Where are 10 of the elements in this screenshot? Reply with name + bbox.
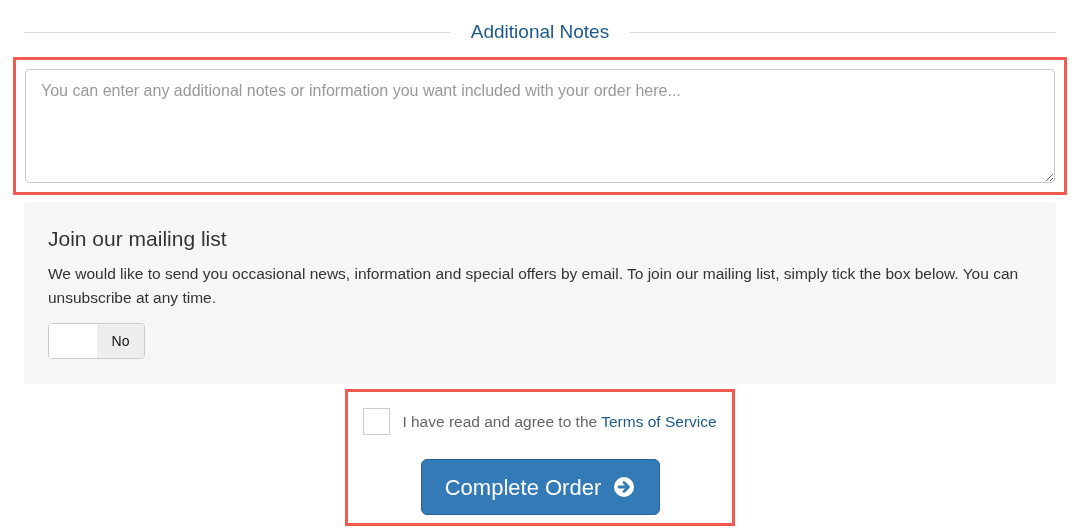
section-heading: Additional Notes: [469, 19, 611, 44]
arrow-circle-icon: [613, 476, 636, 498]
complete-order-button[interactable]: Complete Order: [420, 459, 660, 515]
terms-link[interactable]: Terms of Service: [601, 412, 717, 430]
toggle-switch[interactable]: No: [48, 323, 145, 359]
terms-label: I have read and agree to the Terms of Service: [402, 411, 717, 432]
panel-description: We would like to send you occasional news, information and special offers by email. To join our mailing list, simply tick the box below. You can unsubscribe at any time.: [48, 264, 1020, 308]
terms-checkbox[interactable]: [363, 408, 391, 435]
notes-field[interactable]: You can enter any additional notes or information you want included with your order here...: [25, 69, 1055, 183]
panel-title: Join our mailing list: [48, 226, 228, 252]
